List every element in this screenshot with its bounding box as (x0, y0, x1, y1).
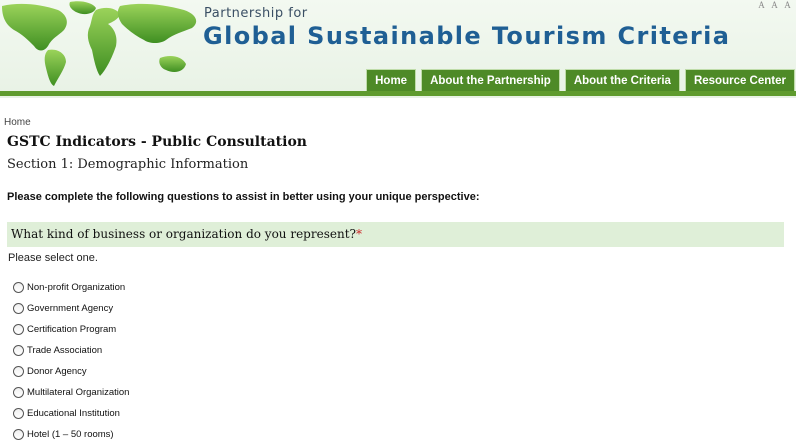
option-educational-institution[interactable]: Educational Institution (13, 403, 129, 424)
radio-button[interactable] (13, 429, 24, 440)
question-text-wrapper: What kind of business or organization do… (11, 227, 362, 241)
option-label: Certification Program (27, 324, 117, 335)
question-text: What kind of business or organization do… (11, 227, 356, 241)
instructions-text: Please complete the following questions … (7, 191, 480, 203)
option-label: Hotel (1 – 50 rooms) (27, 429, 114, 440)
font-size-controls: A A A (757, 0, 792, 10)
radio-button[interactable] (13, 366, 24, 377)
section-title: Section 1: Demographic Information (7, 157, 249, 172)
page-title: GSTC Indicators - Public Consultation (7, 134, 307, 150)
world-map-logo (2, 1, 197, 86)
nav-tab-about-partnership[interactable]: About the Partnership (421, 69, 560, 92)
radio-button[interactable] (13, 345, 24, 356)
option-label: Donor Agency (27, 366, 87, 377)
option-label: Government Agency (27, 303, 114, 314)
options-list: Non-profit Organization Government Agenc… (13, 277, 129, 445)
radio-button[interactable] (13, 282, 24, 293)
radio-button[interactable] (13, 387, 24, 398)
font-size-medium-button[interactable]: A (770, 0, 779, 10)
brand-subtitle: Partnership for (204, 6, 308, 21)
radio-button[interactable] (13, 303, 24, 314)
nav-tab-resource-center[interactable]: Resource Center (684, 69, 795, 92)
nav-tab-home[interactable]: Home (366, 69, 417, 92)
brand-title: Global Sustainable Tourism Criteria (203, 22, 731, 50)
question-header: What kind of business or organization do… (7, 222, 784, 247)
header-divider (0, 91, 796, 96)
option-label: Non-profit Organization (27, 282, 126, 293)
font-size-large-button[interactable]: A (783, 0, 792, 10)
select-prompt: Please select one. (8, 252, 98, 264)
option-certification-program[interactable]: Certification Program (13, 319, 129, 340)
font-size-small-button[interactable]: A (757, 0, 766, 10)
breadcrumb[interactable]: Home (4, 117, 31, 128)
option-multilateral-organization[interactable]: Multilateral Organization (13, 382, 129, 403)
site-header: Partnership for Global Sustainable Touri… (0, 0, 796, 98)
nav-tab-about-criteria[interactable]: About the Criteria (564, 69, 680, 92)
option-government-agency[interactable]: Government Agency (13, 298, 129, 319)
option-label: Educational Institution (27, 408, 120, 419)
option-label: Multilateral Organization (27, 387, 130, 398)
required-marker: * (355, 227, 362, 241)
option-nonprofit[interactable]: Non-profit Organization (13, 277, 129, 298)
option-donor-agency[interactable]: Donor Agency (13, 361, 129, 382)
radio-button[interactable] (13, 324, 24, 335)
option-trade-association[interactable]: Trade Association (13, 340, 129, 361)
radio-button[interactable] (13, 408, 24, 419)
option-hotel-small[interactable]: Hotel (1 – 50 rooms) (13, 424, 129, 445)
main-nav: Home About the Partnership About the Cri… (366, 69, 795, 92)
option-label: Trade Association (27, 345, 103, 356)
